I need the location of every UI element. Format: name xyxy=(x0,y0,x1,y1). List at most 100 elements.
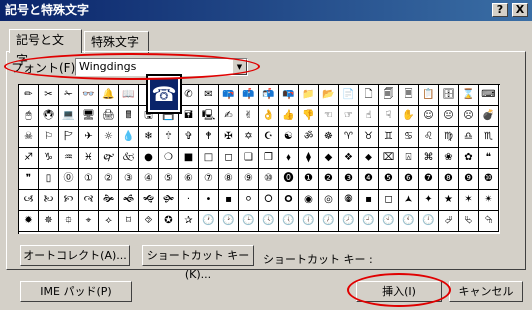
symbol-cell[interactable]: 🙣 xyxy=(79,190,99,211)
shortcut-key-button[interactable]: ショートカット キー(K)... xyxy=(142,245,254,281)
symbol-cell[interactable]: ✴ xyxy=(479,190,499,211)
ime-pad-button[interactable]: IME パッド(P) xyxy=(20,281,132,302)
symbol-cell[interactable]: • xyxy=(199,190,219,211)
symbol-cell[interactable]: 💻 xyxy=(59,106,79,127)
symbol-cell[interactable]: 📬 xyxy=(259,85,279,106)
symbol-cell[interactable]: ✠ xyxy=(219,127,239,148)
symbol-cell[interactable]: 🗄 xyxy=(439,85,459,106)
symbol-cell[interactable]: ✵ xyxy=(39,211,59,232)
symbol-cell[interactable]: ⚪ xyxy=(239,190,259,211)
symbol-cell[interactable]: ❑ xyxy=(239,148,259,169)
symbol-cell[interactable]: ② xyxy=(99,169,119,190)
symbol-cell[interactable]: ✋ xyxy=(399,106,419,127)
symbol-cell[interactable]: ☪ xyxy=(259,127,279,148)
symbol-cell[interactable]: 📁 xyxy=(299,85,319,106)
symbol-cell[interactable]: ⑨ xyxy=(239,169,259,190)
symbol-cell[interactable]: ☹ xyxy=(459,106,479,127)
symbol-cell[interactable]: ● xyxy=(139,148,159,169)
symbol-cell[interactable]: ❺ xyxy=(379,169,399,190)
symbol-cell[interactable]: ◻ xyxy=(219,148,239,169)
symbol-cell[interactable]: 📄 xyxy=(339,85,359,106)
symbol-cell[interactable]: ❶ xyxy=(299,169,319,190)
symbol-cell[interactable]: 🙢 xyxy=(19,190,39,211)
symbol-cell[interactable]: 🞆 xyxy=(259,190,279,211)
symbol-cell[interactable]: ⬥ xyxy=(359,148,379,169)
symbol-cell[interactable]: 🕒 xyxy=(239,211,259,232)
symbol-cell[interactable]: ⍓ xyxy=(399,148,419,169)
symbol-cell[interactable]: ❀ xyxy=(439,148,459,169)
symbol-cell[interactable]: ⑦ xyxy=(199,169,219,190)
symbol-cell[interactable]: 💧 xyxy=(119,127,139,148)
symbol-cell[interactable]: ✡ xyxy=(239,127,259,148)
symbol-cell[interactable]: 📂 xyxy=(319,85,339,106)
symbol-cell[interactable]: 👌 xyxy=(259,106,279,127)
symbol-cell[interactable]: ✈ xyxy=(79,127,99,148)
symbol-cell[interactable]: ⚐ xyxy=(39,127,59,148)
symbol-cell[interactable]: ✂ xyxy=(39,85,59,106)
symbol-cell[interactable]: 🏱 xyxy=(59,127,79,148)
symbol-cell[interactable]: 🕗 xyxy=(339,211,359,232)
symbol-cell[interactable]: 👓 xyxy=(79,85,99,106)
symbol-cell[interactable]: ★ xyxy=(439,190,459,211)
symbol-cell[interactable]: ⌨ xyxy=(479,85,499,106)
symbol-cell[interactable]: ♏ xyxy=(479,127,499,148)
symbol-cell[interactable]: ✿ xyxy=(459,148,479,169)
symbol-cell[interactable]: ♍ xyxy=(439,127,459,148)
symbol-cell[interactable]: ⑩ xyxy=(259,169,279,190)
symbol-cell[interactable]: ⌘ xyxy=(419,148,439,169)
symbol-cell[interactable]: 🙝 xyxy=(139,190,159,211)
symbol-grid[interactable]: ✏✂✁👓🔔📖🕯☎✆✉📪📫📬📭📁📂📄🗋🗐🗏📋🗄⌛⌨🖱🖲💻🖥🖨🖩🖫💾🖬🖳✍✌👌👍👎☜… xyxy=(18,84,500,234)
symbol-cell[interactable]: ♉ xyxy=(359,127,379,148)
close-button[interactable]: X xyxy=(512,3,528,17)
symbol-cell[interactable]: ♑ xyxy=(39,148,59,169)
symbol-cell[interactable]: 📫 xyxy=(239,85,259,106)
symbol-cell[interactable]: 📪 xyxy=(219,85,239,106)
symbol-cell[interactable]: ☼ xyxy=(99,127,119,148)
symbol-cell[interactable]: ◆ xyxy=(319,148,339,169)
symbol-cell[interactable]: 🞋 xyxy=(339,190,359,211)
symbol-cell[interactable]: 🕔 xyxy=(279,211,299,232)
symbol-cell[interactable]: ✹ xyxy=(19,211,39,232)
symbol-cell[interactable]: ⓪ xyxy=(59,169,79,190)
symbol-cell[interactable]: 📭 xyxy=(279,85,299,106)
symbol-cell[interactable]: ♈ xyxy=(339,127,359,148)
symbol-cell[interactable]: ▪ xyxy=(219,190,239,211)
symbol-cell[interactable]: ☸ xyxy=(319,127,339,148)
symbol-cell[interactable]: ✍ xyxy=(219,106,239,127)
tab-symbols-and-characters[interactable]: 記号と文字 xyxy=(9,29,82,67)
symbol-cell[interactable]: ✆ xyxy=(179,85,199,106)
tab-special-characters[interactable]: 特殊文字 xyxy=(84,31,149,53)
symbol-cell[interactable]: ♓ xyxy=(79,148,99,169)
symbol-cell[interactable]: 🕑 xyxy=(219,211,239,232)
symbol-cell[interactable]: □ xyxy=(199,148,219,169)
symbol-cell[interactable]: ⑧ xyxy=(219,169,239,190)
symbol-cell[interactable]: ❄ xyxy=(139,127,159,148)
symbol-cell[interactable]: 📋 xyxy=(419,85,439,106)
symbol-cell[interactable]: 🕈 xyxy=(199,127,219,148)
symbol-cell[interactable]: ✁ xyxy=(59,85,79,106)
symbol-cell[interactable]: ☟ xyxy=(379,106,399,127)
symbol-cell[interactable]: ⌛ xyxy=(459,85,479,106)
symbol-cell[interactable]: 🙵 xyxy=(119,148,139,169)
symbol-cell[interactable]: 🖬 xyxy=(179,106,199,127)
symbol-cell[interactable]: ♊ xyxy=(379,127,399,148)
symbol-cell[interactable]: 🕚 xyxy=(399,211,419,232)
symbol-cell[interactable]: ☞ xyxy=(339,106,359,127)
symbol-cell[interactable]: ☺ xyxy=(419,106,439,127)
symbol-cell[interactable]: ✌ xyxy=(239,106,259,127)
symbol-cell[interactable]: ⮲ xyxy=(479,211,499,232)
symbol-cell[interactable]: ④ xyxy=(139,169,159,190)
symbol-cell[interactable]: 🔔 xyxy=(99,85,119,106)
symbol-cell[interactable]: ✏ xyxy=(19,85,39,106)
symbol-cell[interactable]: ✶ xyxy=(459,190,479,211)
symbol-cell[interactable]: 🙟 xyxy=(159,190,179,211)
symbol-cell[interactable]: 🖥 xyxy=(79,106,99,127)
symbol-cell[interactable]: ◻ xyxy=(379,190,399,211)
symbol-cell[interactable]: ⌖ xyxy=(79,211,99,232)
symbol-cell[interactable]: · xyxy=(179,190,199,211)
symbol-cell[interactable]: 🖳 xyxy=(199,106,219,127)
symbol-cell[interactable]: 🙞 xyxy=(99,190,119,211)
symbol-cell[interactable]: ♋ xyxy=(399,127,419,148)
symbol-cell[interactable]: ⯑ xyxy=(139,211,159,232)
symbol-cell[interactable]: ♎ xyxy=(459,127,479,148)
